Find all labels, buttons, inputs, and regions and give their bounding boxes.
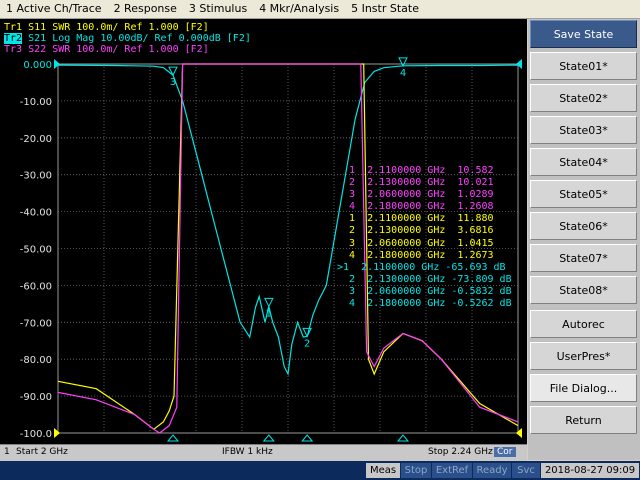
- marker-4-axis-indicator: [396, 434, 410, 442]
- y-tick-label: -70.00: [20, 318, 52, 329]
- marker-readout-row: 4 2.1800000 GHz 1.2608: [337, 201, 494, 213]
- stop-frequency[interactable]: Stop 2.24 GHz: [428, 447, 493, 457]
- trace-2-id: Tr2: [4, 33, 23, 44]
- softkey-state06[interactable]: State06*: [530, 212, 637, 240]
- softkey-state07[interactable]: State07*: [530, 244, 637, 272]
- menu-item-active-ch-trace[interactable]: 1 Active Ch/Trace: [0, 0, 108, 18]
- menu-item-stimulus[interactable]: 3 Stimulus: [183, 0, 253, 18]
- y-tick-label: -50.00: [20, 245, 52, 256]
- measurement-display[interactable]: 0.000 -10.00 -20.00 -30.00 -40.00 -50.00 -60.0…: [0, 19, 527, 444]
- trace-3-text: SWR 100.0m/ Ref 1.000 [F2]: [52, 44, 209, 55]
- softkey-save-state[interactable]: Save State: [530, 20, 637, 48]
- softkey-state04[interactable]: State04*: [530, 148, 637, 176]
- trace-3-header[interactable]: Tr3 S22 SWR 100.0m/ Ref 1.000 [F2]: [4, 44, 251, 55]
- marker-readout-row: 1 2.1100000 GHz 10.582: [337, 165, 494, 176]
- menu-item-mkr-analysis[interactable]: 4 Mkr/Analysis: [253, 0, 345, 18]
- y-tick-label: 0.000: [23, 60, 52, 71]
- y-tick-label: -90.00: [20, 392, 52, 403]
- date-time: 2018-08-27 09:09: [541, 463, 639, 478]
- softkey-state08[interactable]: State08*: [530, 276, 637, 304]
- marker-readout-row: 2 2.1300000 GHz -73.809 dB: [337, 273, 512, 285]
- marker-readout-row: 2 2.1300000 GHz 3.6816: [337, 225, 494, 237]
- trace-2-header[interactable]: Tr2 S21 Log Mag 10.00dB/ Ref 0.000dB [F2…: [4, 33, 251, 44]
- marker-readout-row: 4 2.1800000 GHz -0.5262 dB: [337, 298, 512, 310]
- extref-indicator: ExtRef: [432, 463, 472, 478]
- reference-arrow-right-icon: [516, 59, 522, 69]
- trace-2-param: S21: [28, 33, 47, 44]
- y-tick-label: -30.00: [20, 171, 52, 182]
- y-tick-label: -60.00: [20, 281, 52, 292]
- marker-readout-row: 3 2.0600000 GHz -0.5832 dB: [337, 285, 512, 297]
- reference-arrow-bottom-left-icon: [54, 428, 60, 438]
- marker-2-axis-indicator: [301, 434, 314, 442]
- menu-item-instr-state[interactable]: 5 Instr State: [345, 0, 425, 18]
- marker-3-axis-indicator: [166, 434, 180, 442]
- marker-1-label: 1: [266, 308, 272, 319]
- channel-number: 1: [4, 447, 10, 457]
- svc-indicator: Svc: [512, 463, 540, 478]
- marker-2-label: 2: [304, 338, 310, 349]
- y-tick-label: -20.00: [20, 134, 52, 145]
- trace-3-param: S22: [28, 44, 47, 55]
- menu-bar: 1 Active Ch/Trace 2 Response 3 Stimulus …: [0, 0, 640, 19]
- marker-3-label: 3: [170, 77, 176, 88]
- softkey-state05[interactable]: State05*: [530, 180, 637, 208]
- softkey-autorec[interactable]: Autorec: [530, 310, 637, 338]
- instrument-status-bar: Meas Stop ExtRef Ready Svc 2018-08-27 09…: [0, 461, 640, 480]
- marker-readout-row: 1 2.1100000 GHz 11.880: [337, 213, 494, 225]
- marker-4-label: 4: [400, 68, 406, 79]
- reference-arrow-left-icon: [54, 59, 60, 69]
- ifbw-readout[interactable]: IFBW 1 kHz: [222, 447, 273, 457]
- y-tick-label: -80.00: [20, 355, 52, 366]
- marker-1-axis-indicator: [262, 434, 275, 442]
- marker-readout-row: 2 2.1300000 GHz 10.021: [337, 177, 494, 189]
- softkey-userpres[interactable]: UserPres*: [530, 342, 637, 370]
- trace-1-id: Tr1: [4, 22, 23, 33]
- menu-item-response[interactable]: 2 Response: [108, 0, 183, 18]
- start-frequency[interactable]: Start 2 GHz: [16, 447, 68, 457]
- softkey-return[interactable]: Return: [530, 406, 637, 434]
- marker-readout-row: 3 2.0600000 GHz 1.0289: [337, 189, 494, 201]
- softkey-state01[interactable]: State01*: [530, 52, 637, 80]
- marker-3-triangle: [168, 66, 178, 77]
- y-tick-label: -100.0: [20, 429, 52, 440]
- marker-readout-row: 3 2.0600000 GHz 1.0415: [337, 237, 494, 249]
- marker-readout-row: 4 2.1800000 GHz 1.2673: [337, 249, 494, 261]
- y-tick-label: -40.00: [20, 208, 52, 219]
- trace-1-header[interactable]: Tr1 S11 SWR 100.0m/ Ref 1.000 [F2]: [4, 22, 251, 33]
- softkey-panel: Save State State01* State02* State03* State0…: [528, 19, 640, 460]
- y-tick-label: -10.00: [20, 97, 52, 108]
- marker-readout-table: 1 2.1100000 GHz 10.582 2 2.1300000 GHz 1…: [337, 165, 512, 310]
- trace-1-text: SWR 100.0m/ Ref 1.000 [F2]: [52, 22, 209, 33]
- trace-1-param: S11: [28, 22, 47, 33]
- softkey-state02[interactable]: State02*: [530, 84, 637, 112]
- meas-indicator: Meas: [366, 463, 400, 478]
- marker-readout-row: >1 2.1100000 GHz -65.693 dB: [337, 261, 506, 273]
- channel-status-bar: 1 Start 2 GHz IFBW 1 kHz Stop 2.24 GHz C…: [0, 444, 527, 461]
- softkey-state03[interactable]: State03*: [530, 116, 637, 144]
- marker-4-triangle: [398, 57, 408, 67]
- reference-arrow-bottom-right-icon: [516, 428, 522, 438]
- trace-header: Tr1 S11 SWR 100.0m/ Ref 1.000 [F2] Tr2 S…: [4, 22, 251, 55]
- stop-indicator: Stop: [401, 463, 431, 478]
- trace-2-text: Log Mag 10.00dB/ Ref 0.000dB [F2]: [52, 33, 251, 44]
- correction-badge: Cor: [494, 447, 516, 457]
- trace-3-id: Tr3: [4, 44, 23, 55]
- marker-1-triangle: [264, 297, 274, 308]
- ready-indicator: Ready: [473, 463, 511, 478]
- softkey-file-dialog[interactable]: File Dialog...: [530, 374, 637, 402]
